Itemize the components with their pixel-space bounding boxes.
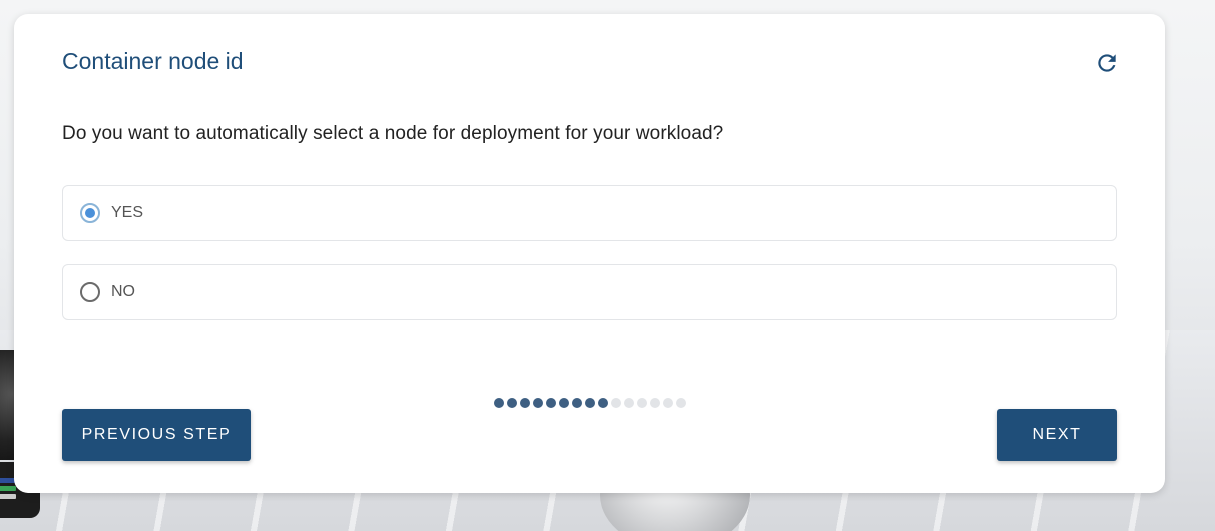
progress-dot-pending bbox=[676, 398, 686, 408]
progress-dot-complete bbox=[585, 398, 595, 408]
page-title: Container node id bbox=[62, 48, 244, 74]
next-button[interactable]: NEXT bbox=[997, 409, 1117, 461]
radio-yes[interactable] bbox=[80, 203, 100, 223]
question-text: Do you want to automatically select a no… bbox=[62, 123, 724, 144]
step-progress-dots bbox=[494, 398, 686, 408]
progress-dot-pending bbox=[663, 398, 673, 408]
progress-dot-complete bbox=[598, 398, 608, 408]
progress-dot-complete bbox=[572, 398, 582, 408]
progress-dot-complete bbox=[507, 398, 517, 408]
progress-dot-complete bbox=[546, 398, 556, 408]
option-yes[interactable]: YES bbox=[62, 185, 1117, 241]
radio-no[interactable] bbox=[80, 282, 100, 302]
progress-dot-pending bbox=[637, 398, 647, 408]
progress-dot-pending bbox=[611, 398, 621, 408]
refresh-icon[interactable] bbox=[1094, 50, 1120, 76]
option-yes-label: YES bbox=[111, 204, 144, 221]
previous-step-button[interactable]: PREVIOUS STEP bbox=[62, 409, 251, 461]
progress-dot-pending bbox=[650, 398, 660, 408]
progress-dot-complete bbox=[533, 398, 543, 408]
progress-dot-pending bbox=[624, 398, 634, 408]
wizard-card: Container node id Do you want to automat… bbox=[14, 14, 1165, 493]
progress-dot-complete bbox=[559, 398, 569, 408]
option-no-label: NO bbox=[111, 283, 135, 300]
progress-dot-complete bbox=[494, 398, 504, 408]
progress-dot-complete bbox=[520, 398, 530, 408]
option-no[interactable]: NO bbox=[62, 264, 1117, 320]
